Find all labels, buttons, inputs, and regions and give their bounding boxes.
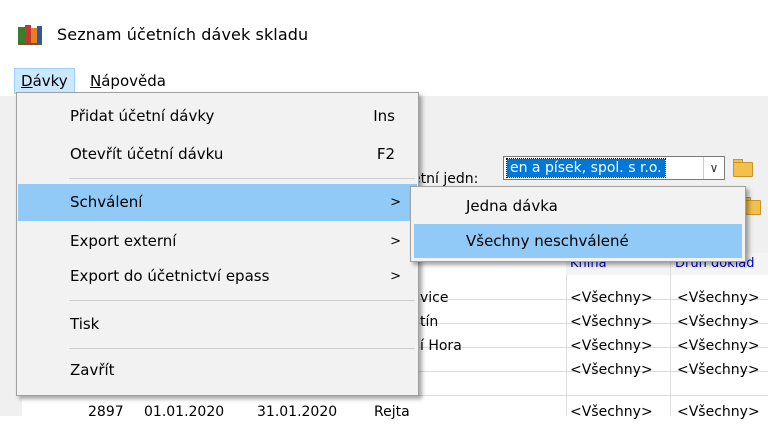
table-cell-kniha: <Všechny> xyxy=(570,404,653,420)
table-cell-druh: <Všechny> xyxy=(677,314,760,330)
davky-dropdown-menu: Přidat účetní dávky Ins Otevřít účetní d… xyxy=(16,92,419,396)
menu-item-tisk[interactable]: Tisk xyxy=(18,306,417,343)
chevron-right-icon: > xyxy=(390,195,401,210)
table-cell-kniha: <Všechny> xyxy=(570,338,653,354)
schvaleni-submenu: Jedna dávka Všechny neschválené xyxy=(410,186,746,262)
table-cell-from: 01.01.2020 xyxy=(144,404,225,420)
title-bar: Seznam účetních dávek skladu xyxy=(0,0,768,66)
table-cell-kniha: <Všechny> xyxy=(570,314,653,330)
table-cell-name: vice xyxy=(420,290,449,306)
table-cell-druh: <Všechny> xyxy=(677,362,760,378)
app-icon xyxy=(18,25,42,45)
menu-napoveda[interactable]: Nápověda xyxy=(84,69,172,93)
menu-item-label: Zavřít xyxy=(70,361,115,379)
table-cell-kniha: <Všechny> xyxy=(570,362,653,378)
accounting-unit-select[interactable]: en a písek, spol. s r.o. ∨ xyxy=(503,156,725,180)
table-cell-name: í Hora xyxy=(420,338,462,354)
folder-icon[interactable] xyxy=(730,156,754,178)
menu-item-pridat[interactable]: Přidat účetní dávky Ins xyxy=(18,98,417,135)
table-cell-to: 31.01.2020 xyxy=(257,404,338,420)
menu-item-otevrit[interactable]: Otevřít účetní dávku F2 xyxy=(18,136,417,173)
menu-davky[interactable]: Dávky xyxy=(14,68,75,94)
menu-separator xyxy=(69,348,415,349)
menu-item-label: Jedna dávka xyxy=(466,197,558,215)
menu-item-schvaleni[interactable]: Schválení > xyxy=(18,184,417,221)
table-cell-druh: <Všechny> xyxy=(677,290,760,306)
menu-item-label: Otevřít účetní dávku xyxy=(70,145,224,163)
menu-separator xyxy=(69,300,415,301)
table-cell-kniha: <Všechny> xyxy=(570,290,653,306)
table-cell-name: tín xyxy=(420,314,439,330)
submenu-item-jedna-davka[interactable]: Jedna dávka xyxy=(414,189,742,223)
menu-item-label: Tisk xyxy=(70,315,100,333)
menu-item-shortcut: F2 xyxy=(376,145,395,163)
accounting-unit-label: etní jedn: xyxy=(412,171,479,187)
table-cell-name: Rejta xyxy=(374,404,410,420)
menu-separator xyxy=(69,178,415,179)
submenu-item-vsechny-neschvalene[interactable]: Všechny neschválené xyxy=(414,224,742,258)
menu-item-label: Export externí xyxy=(70,232,177,250)
chevron-right-icon: > xyxy=(390,234,401,249)
menu-item-shortcut: Ins xyxy=(373,107,395,125)
combo-selected-value: en a písek, spol. s r.o. xyxy=(506,158,666,178)
chevron-down-icon[interactable]: ∨ xyxy=(703,157,724,179)
menu-item-label: Všechny neschválené xyxy=(466,232,629,250)
menu-item-label: Schválení xyxy=(70,193,143,211)
table-cell-id: 2897 xyxy=(88,404,124,420)
table-cell-druh: <Všechny> xyxy=(677,404,760,420)
menu-item-zavrit[interactable]: Zavřít xyxy=(18,352,417,389)
window-title: Seznam účetních dávek skladu xyxy=(57,25,309,44)
menu-item-export-externi[interactable]: Export externí > xyxy=(18,223,417,260)
menu-item-label: Přidat účetní dávky xyxy=(70,107,215,125)
menu-item-label: Export do účetnictví epass xyxy=(70,267,270,285)
menu-item-export-ucetnictvi[interactable]: Export do účetnictví epass > xyxy=(18,258,417,295)
chevron-right-icon: > xyxy=(390,269,401,284)
table-cell-druh: <Všechny> xyxy=(677,338,760,354)
